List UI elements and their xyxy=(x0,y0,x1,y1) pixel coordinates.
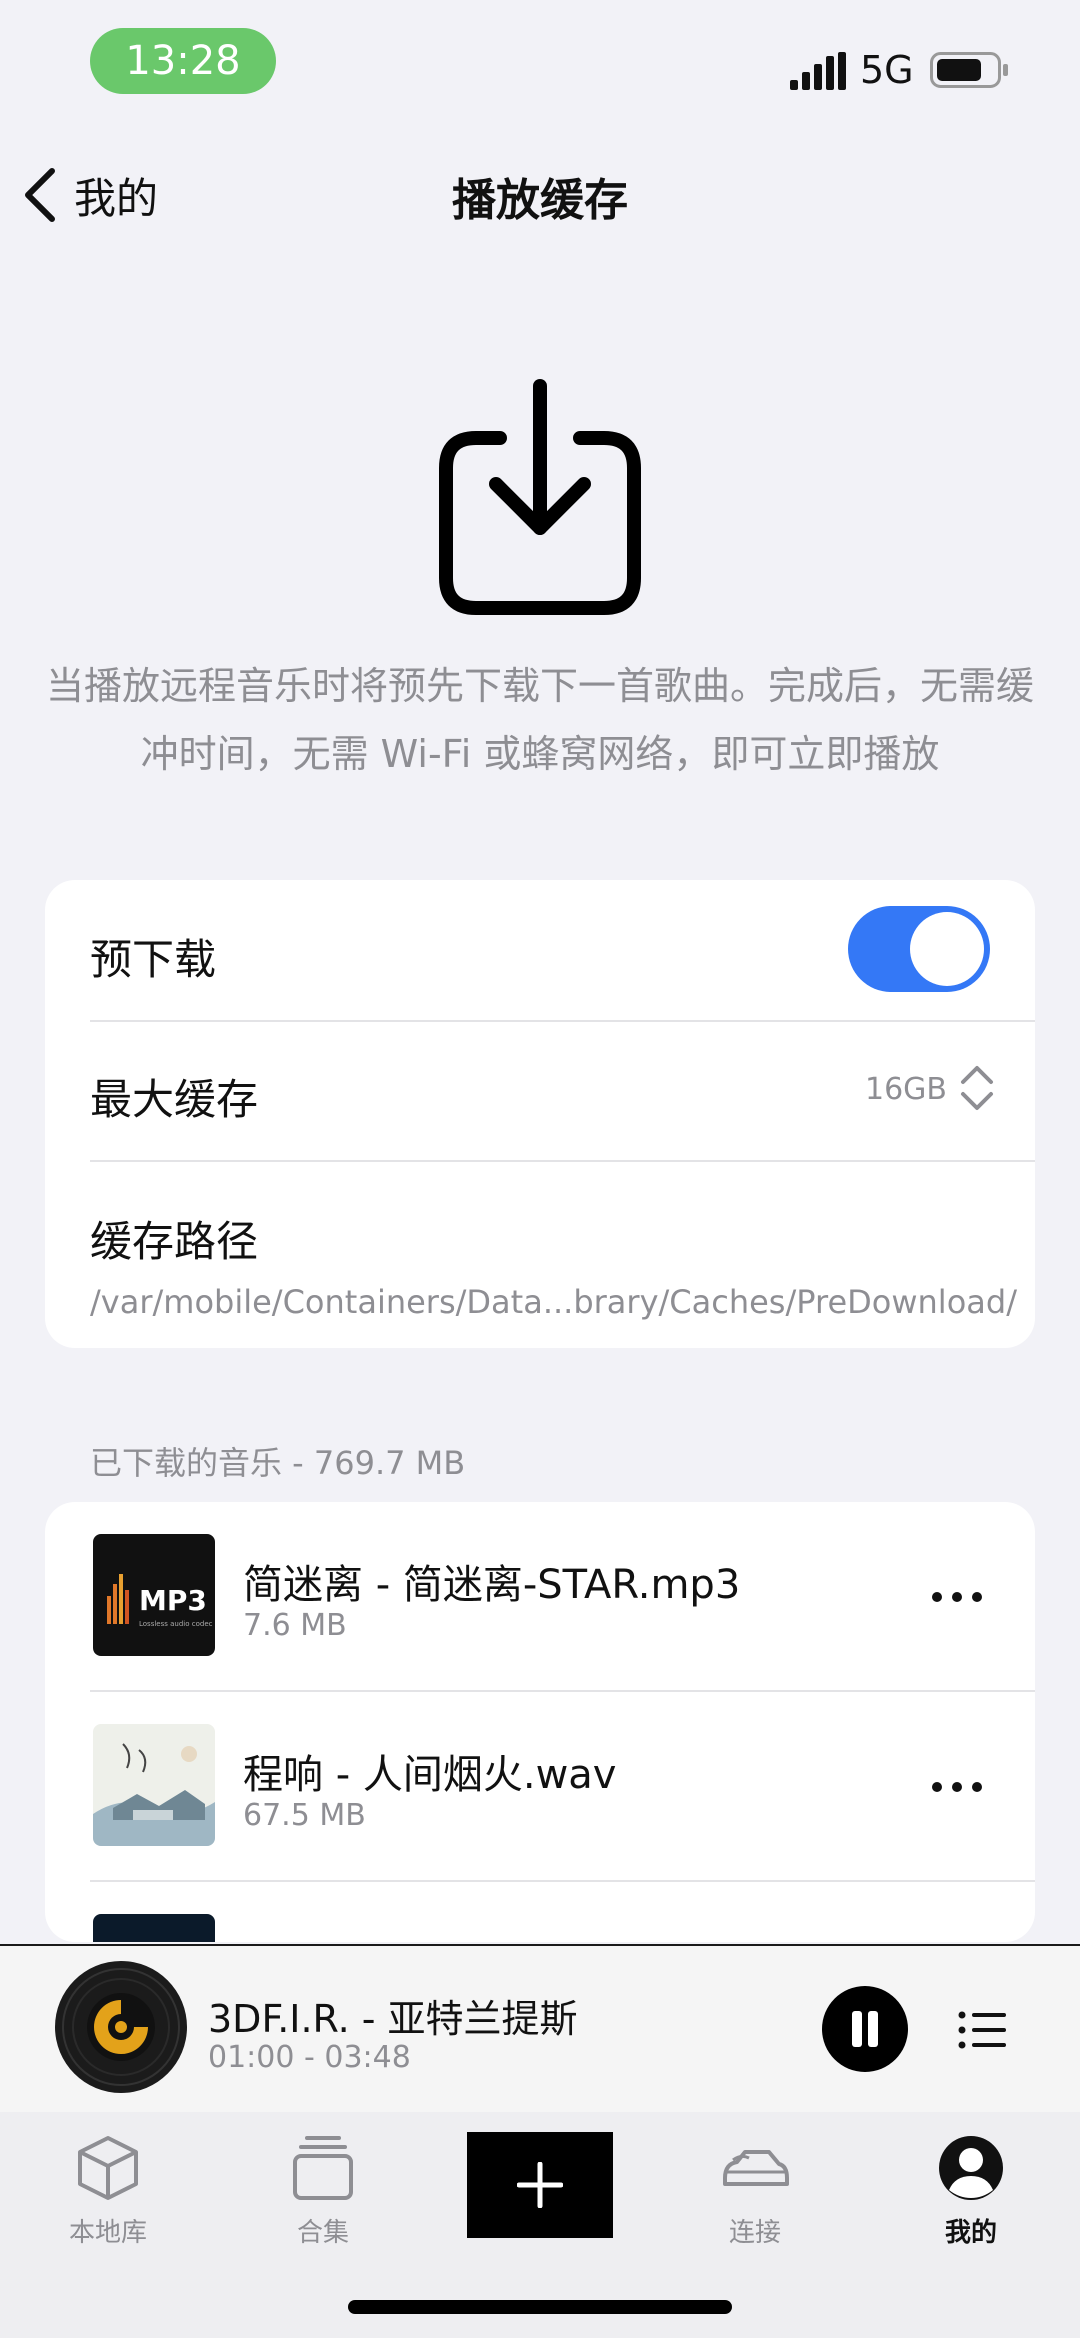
back-label: 我的 xyxy=(74,173,159,223)
track-size: 67.5 MB xyxy=(243,1798,366,1833)
list-item[interactable]: 程响 - 人间烟火.wav 67.5 MB xyxy=(45,1692,1035,1882)
tab-connect[interactable]: 连接 xyxy=(675,2132,835,2249)
predownload-toggle[interactable] xyxy=(848,906,990,992)
svg-text:Lossless audio codec: Lossless audio codec xyxy=(139,1620,213,1628)
chevron-up-down-icon[interactable] xyxy=(957,1062,997,1114)
track-size: 7.6 MB xyxy=(243,1608,347,1643)
home-indicator xyxy=(348,2300,732,2314)
mini-player[interactable]: 3DF.I.R. - 亚特兰提斯 01:00 - 03:48 xyxy=(0,1944,1080,2112)
chevron-left-icon xyxy=(25,168,55,222)
now-playing-title: 3DF.I.R. - 亚特兰提斯 xyxy=(208,1997,578,2041)
svg-text:MP3: MP3 xyxy=(139,1584,207,1617)
tab-label: 合集 xyxy=(296,2218,349,2248)
queue-list-icon[interactable] xyxy=(958,2010,1006,2050)
tab-label: 本地库 xyxy=(68,2218,147,2248)
cache-path-row[interactable]: 缓存路径 /var/mobile/Containers/Data...brary… xyxy=(90,1162,1035,1348)
downloaded-header: 已下载的音乐 - 769.7 MB xyxy=(90,1444,466,1482)
signal-icon xyxy=(790,52,846,90)
more-icon[interactable] xyxy=(929,1772,985,1802)
track-title: 简迷离 - 简迷离-STAR.mp3 xyxy=(243,1562,741,1608)
max-cache-value: 16GB xyxy=(864,1072,947,1107)
album-art xyxy=(93,1724,215,1846)
battery-icon xyxy=(930,52,1008,88)
tab-label: 连接 xyxy=(728,2218,781,2248)
add-button[interactable] xyxy=(467,2132,613,2238)
settings-card: 预下载 最大缓存 16GB 缓存路径 /var/mobile/Container… xyxy=(45,880,1035,1348)
status-time: 13:28 xyxy=(90,28,276,94)
pause-button[interactable] xyxy=(822,1986,908,2072)
cache-path-label: 缓存路径 xyxy=(90,1217,259,1266)
plus-icon xyxy=(517,2162,563,2208)
nav-bar: 播放缓存 我的 xyxy=(0,150,1080,240)
car-icon xyxy=(723,2150,789,2186)
tab-library[interactable]: 本地库 xyxy=(28,2132,188,2249)
predownload-row: 预下载 xyxy=(90,880,1035,1020)
person-circle-icon xyxy=(939,2136,1003,2200)
hero-description: 当播放远程音乐时将预先下载下一首歌曲。完成后，无需缓冲时间，无需 Wi-Fi 或… xyxy=(45,664,1034,776)
network-type: 5G xyxy=(860,48,914,92)
downloaded-list: MP3 Lossless audio codec 简迷离 - 简迷离-STAR.… xyxy=(45,1502,1035,1942)
more-icon[interactable] xyxy=(929,1582,985,1612)
download-tray-icon xyxy=(439,379,641,615)
album-art: MP3 Lossless audio codec xyxy=(93,1534,215,1656)
album-art xyxy=(93,1914,215,1942)
back-button[interactable]: 我的 xyxy=(20,160,158,230)
max-cache-row[interactable]: 最大缓存 16GB xyxy=(90,1022,1035,1160)
collection-stack-icon xyxy=(293,2136,353,2200)
tab-bar: 本地库 合集 连接 我的 xyxy=(0,2112,1080,2338)
box-icon xyxy=(78,2136,138,2200)
tab-label: 我的 xyxy=(944,2218,997,2248)
album-disc xyxy=(55,1961,187,2093)
now-playing-time: 01:00 - 03:48 xyxy=(208,2040,411,2075)
status-bar: 13:28 5G xyxy=(0,0,1080,130)
max-cache-label: 最大缓存 xyxy=(90,1075,259,1124)
track-title: 程响 - 人间烟火.wav xyxy=(243,1752,617,1798)
cache-path-value: /var/mobile/Containers/Data...brary/Cach… xyxy=(90,1283,1017,1321)
predownload-label: 预下载 xyxy=(90,935,217,984)
tab-collections[interactable]: 合集 xyxy=(243,2132,403,2249)
tab-me[interactable]: 我的 xyxy=(891,2132,1051,2249)
list-item[interactable] xyxy=(45,1882,1035,1942)
list-item[interactable]: MP3 Lossless audio codec 简迷离 - 简迷离-STAR.… xyxy=(45,1502,1035,1692)
page-title: 播放缓存 xyxy=(452,175,628,226)
toggle-knob xyxy=(910,912,984,986)
